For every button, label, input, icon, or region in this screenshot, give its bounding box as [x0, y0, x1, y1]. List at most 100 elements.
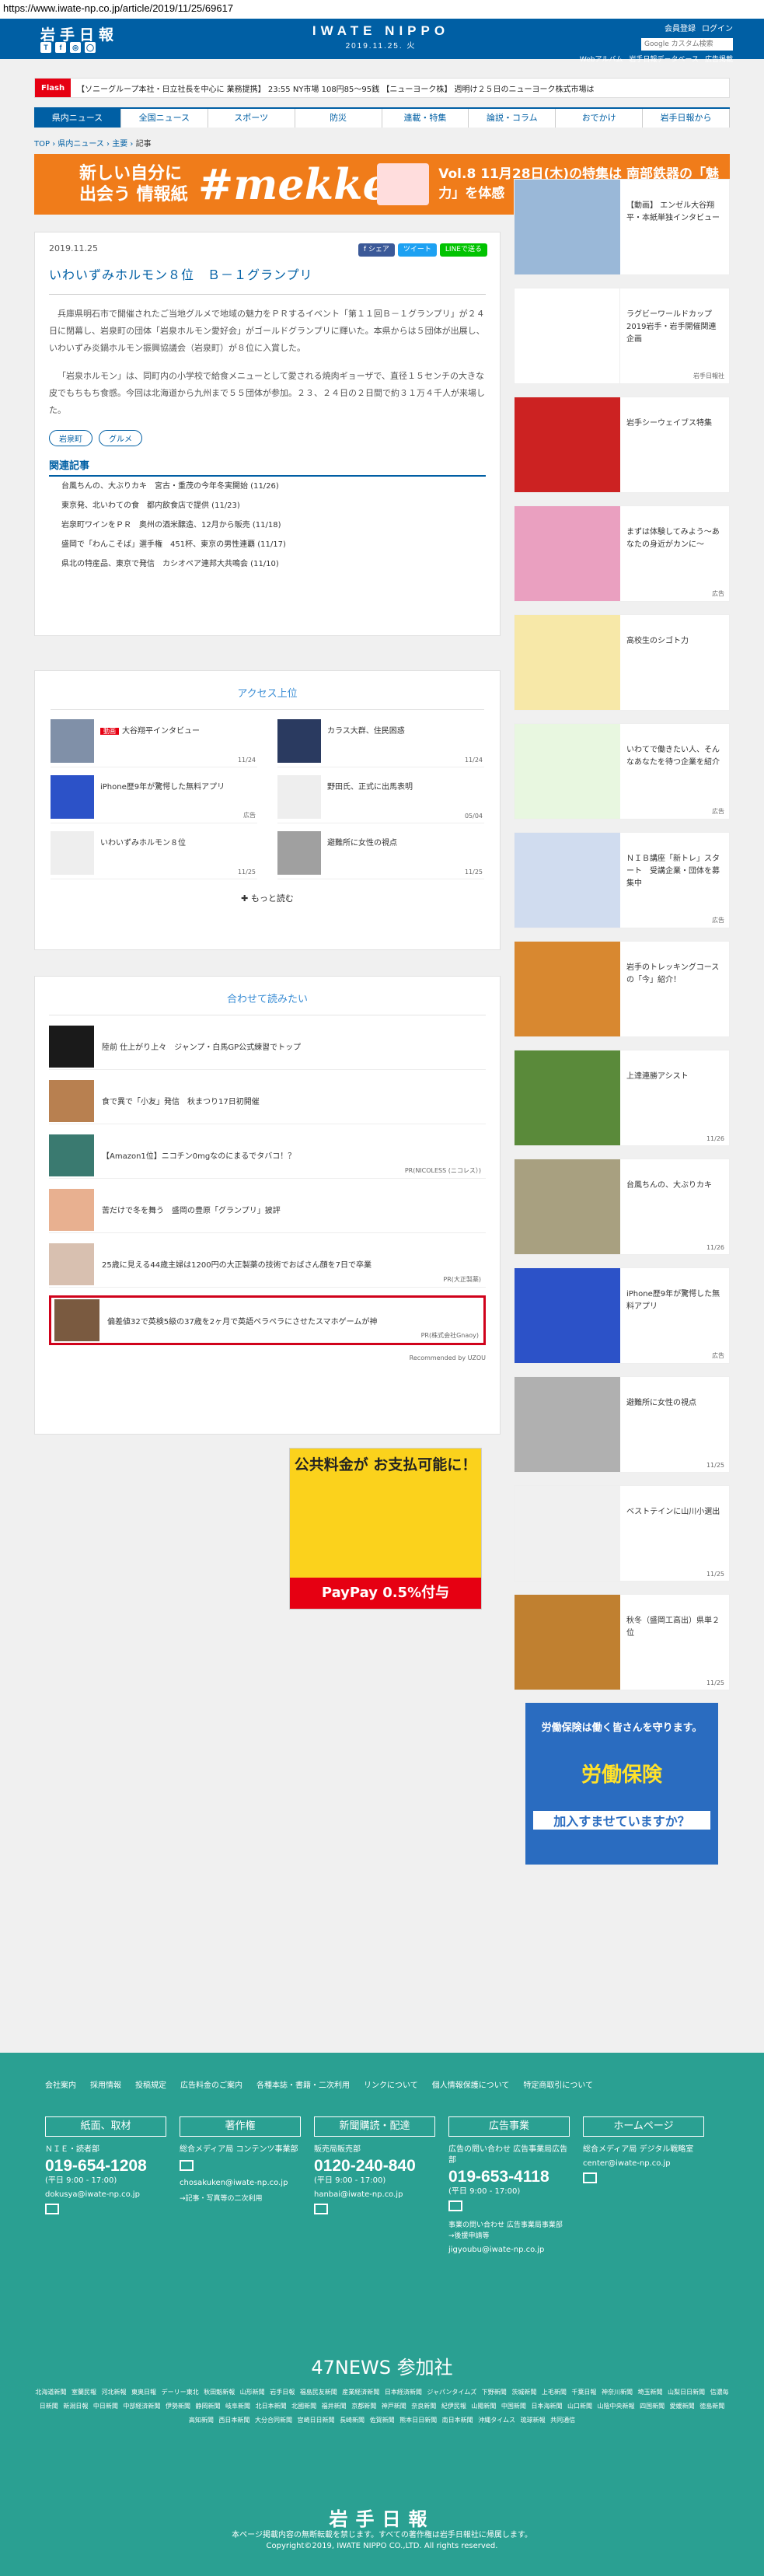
- twitter-icon[interactable]: T: [40, 42, 51, 53]
- sidebar-item[interactable]: 上達連勝アシスト 11/26: [514, 1050, 730, 1146]
- powered-by-uzou[interactable]: Recommended by UZOU: [49, 1354, 486, 1361]
- ranking-item[interactable]: いわいずみホルモン８位 11/25: [51, 831, 257, 879]
- ranking-item[interactable]: 動画 大谷翔平インタビュー 11/24: [51, 719, 257, 767]
- mail-icon[interactable]: [448, 2200, 462, 2211]
- recommend-thumbnail: [49, 1188, 94, 1231]
- read-more-button[interactable]: ✚ もっと読む: [51, 892, 484, 904]
- sidebar-item[interactable]: いわてで働きたい人、そんなあなたを待つ企業を紹介 広告: [514, 723, 730, 820]
- labor-insurance-ad[interactable]: 労働保険は働く皆さんを守ります。 労働保険 加入すませていますか？: [525, 1703, 718, 1865]
- related-item[interactable]: 東京発、北いわての食 都内飲食店で提供 (11/23): [49, 496, 486, 516]
- phone-number[interactable]: 019-654-1208: [45, 2157, 166, 2176]
- related-item[interactable]: 盛岡で「わんこそば」選手権 451杯、東京の男性連覇 (11/17): [49, 535, 486, 554]
- 47news-member-list[interactable]: 北海道新聞 室蘭民報 河北新報 東奥日報 デーリー東北 秋田魁新報 山形新聞 岩…: [34, 2386, 730, 2427]
- ticker-text[interactable]: 【ソニーグループ本社・日立社長を中心に 業務提携】 23:55 NY市場 108…: [71, 82, 594, 94]
- paypay-ad[interactable]: 公共料金が お支払可能に！ PayPay 0.5%付与: [289, 1448, 482, 1610]
- related-item[interactable]: 台風ちんの、大ぶりカキ 宮古・重茂の今年冬実開始 (11/26): [49, 477, 486, 496]
- recommend-item[interactable]: 陸前 仕上がり上々 ジャンプ・白馬GP公式練習でトップ: [49, 1023, 486, 1070]
- recommend-item[interactable]: 25歳に見える44歳主婦は1200円の大正製薬の技術でおばさん顔を7日で卒業 PR…: [49, 1241, 486, 1288]
- mail-icon[interactable]: [45, 2204, 59, 2214]
- footer-link[interactable]: 投稿規定: [135, 2078, 166, 2095]
- sidebar-item[interactable]: ＮＩＢ講座「新トレ」スタート 受講企業・団体を募集中 広告: [514, 832, 730, 928]
- nav-local-news[interactable]: 県内ニュース: [34, 109, 121, 128]
- sidebar-item[interactable]: iPhone歴9年が驚愕した無料アプリ 広告: [514, 1267, 730, 1364]
- nav-series[interactable]: 連載・特集: [382, 109, 469, 128]
- recommend-item[interactable]: 苦だけで冬を舞う 盛岡の豊原「グランプリ」披評: [49, 1187, 486, 1233]
- instagram-icon[interactable]: ◎: [70, 42, 81, 53]
- email-link[interactable]: hanbai@iwate-np.co.jp: [314, 2190, 435, 2200]
- recommend-item-highlighted[interactable]: 偏差値32で英検5級の37歳を2ヶ月で英語ペラペラにさせたスマホゲームが神 PR(…: [49, 1295, 486, 1345]
- phone-number[interactable]: 0120-240-840: [314, 2157, 435, 2176]
- header-title[interactable]: IWATE NIPPO 2019.11.25. 火: [307, 23, 455, 51]
- nav-disaster[interactable]: 防災: [295, 109, 382, 128]
- ranking-item[interactable]: iPhone歴9年が驚愕した無料アプリ 広告: [51, 775, 257, 823]
- register-link[interactable]: 会員登録: [665, 22, 696, 33]
- tag-gourmet[interactable]: グルメ: [99, 430, 142, 446]
- mail-icon[interactable]: [583, 2172, 597, 2183]
- footer-link[interactable]: 会社案内: [45, 2078, 76, 2095]
- facebook-share-button[interactable]: f シェア: [358, 243, 395, 257]
- breadcrumb-sub[interactable]: 主要: [112, 140, 127, 149]
- footer-logo[interactable]: 岩手日報: [0, 2504, 764, 2531]
- footer-links: 会社案内 採用情報 投稿規定 広告料金のご案内 各種本誌・書籍・二次利用 リンク…: [45, 2078, 605, 2095]
- sidebar-item[interactable]: 台風ちんの、大ぶりカキ 11/26: [514, 1159, 730, 1255]
- footer-link[interactable]: 個人情報保護について: [432, 2078, 510, 2095]
- banner-logo: #mekke: [198, 159, 389, 209]
- line-share-button[interactable]: LINEで送る: [439, 243, 487, 257]
- ranking-title: アクセス上位: [51, 685, 484, 710]
- footer-link[interactable]: 広告料金のご案内: [180, 2078, 242, 2095]
- email-link[interactable]: dokusya@iwate-np.co.jp: [45, 2190, 166, 2200]
- breadcrumb-top[interactable]: TOP: [34, 140, 50, 149]
- browser-url[interactable]: https://www.iwate-np.co.jp/article/2019/…: [0, 0, 764, 19]
- email-link[interactable]: chosakuken@iwate-np.co.jp: [180, 2178, 301, 2189]
- ranking-item[interactable]: 野田氏、正式に出馬表明 05/04: [277, 775, 484, 823]
- recommend-item[interactable]: 食で異で「小友」発信 秋まつり17日初開催: [49, 1078, 486, 1124]
- tag-iwaizumi[interactable]: 岩泉町: [49, 430, 92, 446]
- sidebar-item[interactable]: 岩手シーウェイブス特集: [514, 397, 730, 493]
- ranking-item[interactable]: カラス大群、住民困惑 11/24: [277, 719, 484, 767]
- facebook-icon[interactable]: f: [55, 42, 66, 53]
- mail-icon[interactable]: [314, 2204, 328, 2214]
- login-link[interactable]: ログイン: [702, 22, 733, 33]
- article-paragraph: 兵庫県明石市で開催されたご当地グルメで地域の魅力をＰＲするイベント「第１１回Ｂ－…: [49, 309, 485, 353]
- sidebar-item[interactable]: 岩手のトレッキングコースの「今」紹介！: [514, 941, 730, 1037]
- mail-icon[interactable]: [180, 2160, 194, 2171]
- nav-sports[interactable]: スポーツ: [208, 109, 295, 128]
- related-item[interactable]: 岩泉町ワインをＰＲ 奥州の酒米醸造、12月から販売 (11/18): [49, 516, 486, 535]
- recommend-thumbnail: [49, 1079, 94, 1122]
- news-ticker[interactable]: Flash 【ソニーグループ本社・日立社長を中心に 業務提携】 23:55 NY…: [34, 78, 730, 98]
- article-tags: 岩泉町 グルメ: [49, 430, 486, 446]
- search-input[interactable]: [641, 38, 733, 51]
- rss-icon[interactable]: ◯: [85, 42, 96, 53]
- footer-link[interactable]: 採用情報: [90, 2078, 121, 2095]
- related-item[interactable]: 県北の特産品、東京で発信 カシオペア連邦大共鳴会 (11/10): [49, 554, 486, 574]
- sidebar-item[interactable]: ベストテインに山川小選出 11/25: [514, 1485, 730, 1582]
- sidebar-item[interactable]: ラグビーワールドカップ2019岩手・岩手開催関連企画 岩手日報社: [514, 288, 730, 384]
- sidebar-item[interactable]: 高校生のシゴト力: [514, 614, 730, 711]
- tweet-button[interactable]: ツイート: [397, 243, 437, 257]
- ad-link[interactable]: 広告掲載: [705, 54, 733, 64]
- nav-national-news[interactable]: 全国ニュース: [120, 109, 208, 128]
- sidebar-item[interactable]: 避難所に女性の視点 11/25: [514, 1376, 730, 1473]
- email-link[interactable]: jigyoubu@iwate-np.co.jp: [448, 2245, 570, 2256]
- email-link[interactable]: center@iwate-np.co.jp: [583, 2158, 704, 2169]
- breadcrumb-section[interactable]: 県内ニュース: [58, 140, 104, 149]
- nav-column[interactable]: 論説・コラム: [469, 109, 556, 128]
- footer-link[interactable]: 各種本誌・書籍・二次利用: [256, 2078, 350, 2095]
- contact-column: 著作権 総合メディア局 コンテンツ事業部 chosakuken@iwate-np.…: [180, 2116, 301, 2256]
- nav-from-iwate-nippo[interactable]: 岩手日報から: [643, 109, 730, 128]
- database-link[interactable]: 岩手日報データベース: [629, 54, 699, 64]
- sidebar-item[interactable]: 秋冬（盛岡工高出）県単２位 11/25: [514, 1594, 730, 1690]
- sidebar-item[interactable]: 【動画】 エンゼル大谷翔平・本紙単独インタビュー: [514, 179, 730, 275]
- footer-contact-columns: 紙面、取材 ＮＩＥ・読者部 019-654-1208 (平日 9:00 - 17:0…: [45, 2116, 704, 2256]
- footer-link[interactable]: 特定商取引について: [523, 2078, 593, 2095]
- nav-outing[interactable]: おでかけ: [556, 109, 644, 128]
- social-links: T f ◎ ◯: [40, 42, 96, 53]
- ranking-item[interactable]: 避難所に女性の視点 11/25: [277, 831, 484, 879]
- phone-number[interactable]: 019-653-4118: [448, 2168, 570, 2186]
- sidebar-item[interactable]: まずは体験してみよう～あなたの身近がカンに～ 広告: [514, 505, 730, 602]
- footer-link[interactable]: リンクについて: [364, 2078, 418, 2095]
- recommended-articles: 合わせて読みたい 陸前 仕上がり上々 ジャンプ・白馬GP公式練習でトップ 食で異…: [34, 976, 501, 1435]
- site-logo[interactable]: 岩手日報: [40, 23, 118, 44]
- recommend-item[interactable]: 【Amazon1位】ニコチン0mgなのにまるでタバコ！？ PR(NICOLESS …: [49, 1132, 486, 1179]
- web-album-link[interactable]: Webアルバム: [580, 54, 623, 64]
